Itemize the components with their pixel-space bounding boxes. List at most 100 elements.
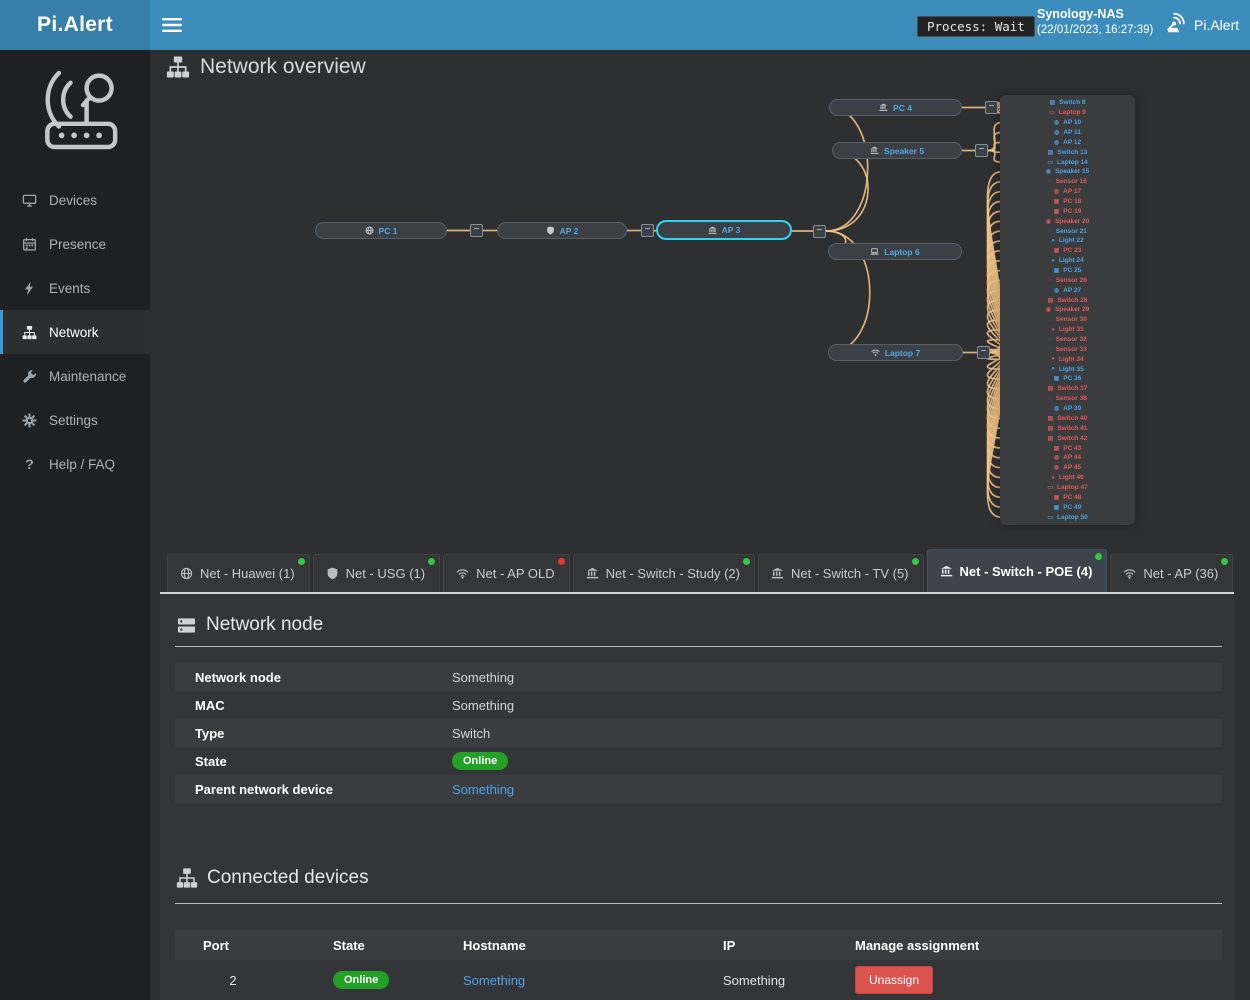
- device-leaf[interactable]: ▤Switch 42: [1000, 433, 1135, 443]
- device-leaf[interactable]: ●Light 22: [1000, 236, 1135, 246]
- device-leaf-label: AP 45: [1063, 464, 1081, 471]
- sidebar-item-devices[interactable]: Devices: [0, 178, 150, 222]
- unassign-button[interactable]: Unassign: [855, 966, 933, 994]
- device-leaf[interactable]: ●Light 31: [1000, 325, 1135, 335]
- device-leaf[interactable]: ●Light 46: [1000, 473, 1135, 483]
- device-leaf[interactable]: ▤Switch 37: [1000, 384, 1135, 394]
- device-leaf[interactable]: ◉Speaker 15: [1000, 167, 1135, 177]
- device-leaf[interactable]: ◉Speaker 20: [1000, 216, 1135, 226]
- sidebar-item-help[interactable]: ? Help / FAQ: [0, 442, 150, 486]
- sidebar-item-presence[interactable]: Presence: [0, 222, 150, 266]
- device-leaf[interactable]: ▣PC 49: [1000, 502, 1135, 512]
- device-leaf-label: Switch 13: [1057, 149, 1087, 156]
- tab-net-switch-poe-active[interactable]: Net - Switch - POE (4): [927, 549, 1108, 592]
- device-leaf[interactable]: ▭Laptop 50: [1000, 512, 1135, 522]
- tab-net-usg[interactable]: Net - USG (1): [313, 554, 440, 592]
- device-leaf[interactable]: ▭Laptop 9: [1000, 108, 1135, 118]
- diagram-node-pc4[interactable]: PC 4: [829, 99, 962, 116]
- device-leaf[interactable]: ▣PC 25: [1000, 266, 1135, 276]
- device-leaf[interactable]: ◍AP 17: [1000, 187, 1135, 197]
- device-leaf[interactable]: ◍AP 12: [1000, 137, 1135, 147]
- sitemap-icon: [21, 325, 38, 340]
- device-leaf[interactable]: ◍AP 39: [1000, 404, 1135, 414]
- collapse-toggle[interactable]: −: [470, 224, 483, 237]
- device-leaf-label: Light 34: [1059, 356, 1084, 363]
- device-leaf[interactable]: ▣PC 23: [1000, 246, 1135, 256]
- device-leaf[interactable]: ●Light 24: [1000, 256, 1135, 266]
- device-leaf[interactable]: ◍AP 44: [1000, 453, 1135, 463]
- device-leaf[interactable]: ▤Switch 40: [1000, 414, 1135, 424]
- laptop-icon: ▭: [1047, 514, 1053, 521]
- node-label: PC 4: [893, 103, 912, 113]
- tab-net-switch-study[interactable]: Net - Switch - Study (2): [573, 554, 755, 592]
- device-leaf[interactable]: ▣PC 43: [1000, 443, 1135, 453]
- device-leaf-label: Light 31: [1059, 326, 1084, 333]
- sidebar-item-events[interactable]: Events: [0, 266, 150, 310]
- tab-net-ap-old[interactable]: Net - AP OLD: [443, 554, 570, 592]
- diagram-node-laptop6[interactable]: Laptop 6: [828, 243, 962, 260]
- device-leaf-label: Laptop 9: [1059, 109, 1086, 116]
- diagram-node-ap2[interactable]: AP 2: [497, 222, 627, 239]
- collapse-toggle[interactable]: −: [975, 144, 988, 157]
- device-leaf[interactable]: ▭Laptop 14: [1000, 157, 1135, 167]
- network-node-section-title: Network node: [176, 614, 1218, 636]
- device-leaf[interactable]: ◍AP 10: [1000, 118, 1135, 128]
- status-badge: Online: [452, 752, 508, 770]
- tab-net-ap[interactable]: Net - AP (36): [1110, 554, 1233, 592]
- device-leaf-label: PC 43: [1063, 445, 1081, 452]
- device-leaf[interactable]: ▣PC 48: [1000, 492, 1135, 502]
- device-leaf[interactable]: ◌Sensor 21: [1000, 226, 1135, 236]
- device-leaf[interactable]: ▤Switch 8: [1000, 98, 1135, 108]
- collapse-toggle[interactable]: −: [813, 225, 826, 238]
- device-leaf[interactable]: ▣PC 36: [1000, 374, 1135, 384]
- device-leaf[interactable]: ▤Switch 28: [1000, 295, 1135, 305]
- header-app-brand[interactable]: Pi.Alert: [1160, 0, 1239, 50]
- device-leaf[interactable]: ◍AP 27: [1000, 285, 1135, 295]
- collapse-toggle[interactable]: −: [977, 346, 990, 359]
- menu-toggle-button[interactable]: [162, 17, 182, 38]
- diagram-node-pc1[interactable]: PC 1: [315, 222, 447, 239]
- device-leaf[interactable]: ▣PC 18: [1000, 197, 1135, 207]
- node-label: AP 2: [560, 226, 579, 236]
- device-leaf[interactable]: ◉Speaker 29: [1000, 305, 1135, 315]
- diagram-node-ap3-selected[interactable]: AP 3: [656, 220, 792, 240]
- tab-net-switch-tv[interactable]: Net - Switch - TV (5): [758, 554, 924, 592]
- hostname-link[interactable]: Something: [463, 973, 723, 988]
- ap-icon: ◍: [1054, 405, 1059, 412]
- collapse-toggle[interactable]: −: [641, 224, 654, 237]
- diagram-node-laptop7[interactable]: Laptop 7: [828, 344, 963, 361]
- brand-logo[interactable]: Pi.Alert: [0, 0, 150, 50]
- column-header-manage: Manage assignment: [855, 938, 1222, 953]
- device-leaf[interactable]: ●Light 35: [1000, 364, 1135, 374]
- device-leaf[interactable]: ◍AP 11: [1000, 128, 1135, 138]
- collapse-toggle[interactable]: −: [985, 101, 998, 114]
- device-leaf[interactable]: ▣PC 19: [1000, 206, 1135, 216]
- switch-icon: ▤: [1048, 385, 1054, 392]
- speaker-icon: ◉: [1046, 218, 1051, 225]
- sensor-icon: ◌: [1048, 179, 1052, 185]
- node-label: Speaker 5: [884, 146, 924, 156]
- shield-icon: [326, 567, 339, 580]
- diagram-node-speaker5[interactable]: Speaker 5: [832, 142, 962, 159]
- device-leaf[interactable]: ◌Sensor 30: [1000, 315, 1135, 325]
- parent-device-link[interactable]: Something: [452, 782, 514, 797]
- device-leaf[interactable]: ◌Sensor 32: [1000, 335, 1135, 345]
- device-leaf[interactable]: ●Light 34: [1000, 354, 1135, 364]
- device-leaf[interactable]: ◌Sensor 38: [1000, 394, 1135, 404]
- device-leaf[interactable]: ▭Laptop 47: [1000, 483, 1135, 493]
- device-leaf-label: Light 35: [1059, 366, 1084, 373]
- sensor-icon: ◌: [1048, 317, 1052, 323]
- device-leaf[interactable]: ◌Sensor 16: [1000, 177, 1135, 187]
- tab-status-dot: [1221, 558, 1228, 565]
- device-leaf[interactable]: ▤Switch 41: [1000, 423, 1135, 433]
- tab-net-huawei[interactable]: Net - Huawei (1): [167, 554, 310, 592]
- device-leaf[interactable]: ◌Sensor 26: [1000, 275, 1135, 285]
- sidebar-item-network[interactable]: Network: [0, 310, 150, 354]
- light-icon: ●: [1051, 258, 1055, 264]
- device-leaf-label: Speaker 15: [1055, 168, 1089, 175]
- sidebar-item-maintenance[interactable]: Maintenance: [0, 354, 150, 398]
- device-leaf[interactable]: ◍AP 45: [1000, 463, 1135, 473]
- device-leaf[interactable]: ▤Switch 13: [1000, 147, 1135, 157]
- device-leaf[interactable]: ◌Sensor 33: [1000, 344, 1135, 354]
- sidebar-item-settings[interactable]: Settings: [0, 398, 150, 442]
